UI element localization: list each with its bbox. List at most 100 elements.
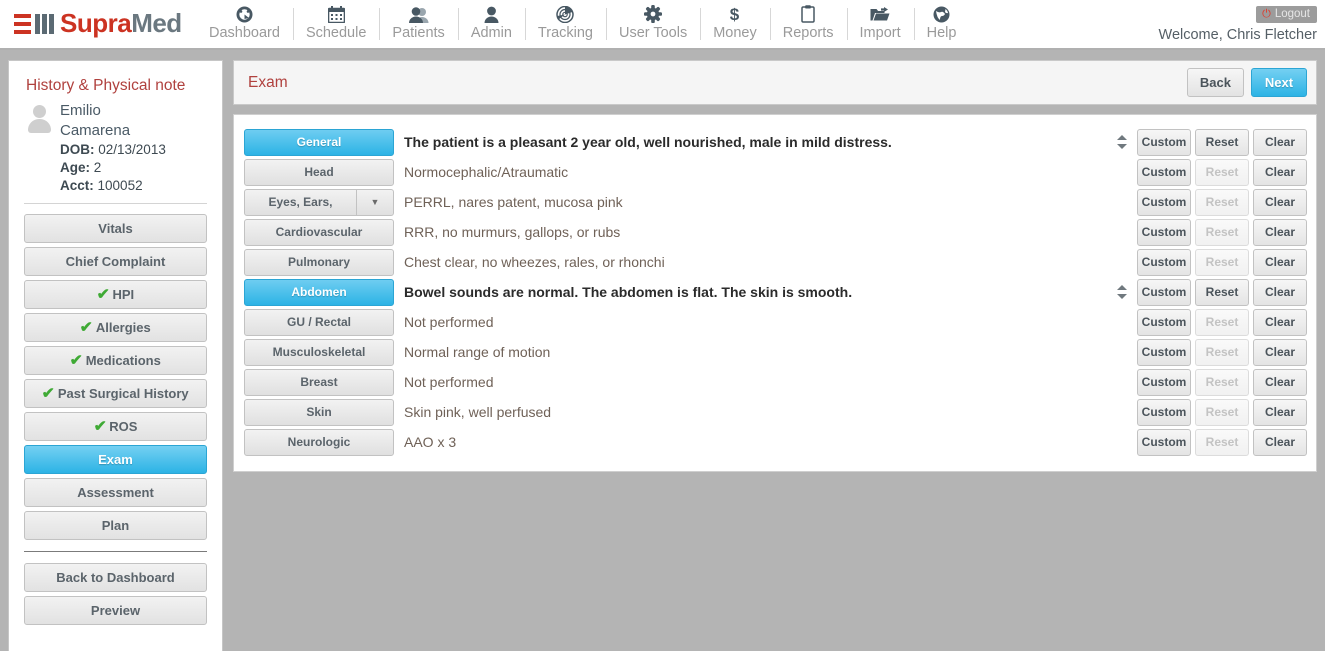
- up-down-spinner-icon[interactable]: [1115, 132, 1131, 152]
- reset-button-head: Reset: [1195, 159, 1249, 186]
- reset-button-general[interactable]: Reset: [1195, 129, 1249, 156]
- exam-row: CardiovascularRRR, no murmurs, gallops, …: [244, 217, 1307, 247]
- exam-section-button-eyes-ears[interactable]: Eyes, Ears,: [244, 189, 357, 216]
- clear-button-cardiovascular[interactable]: Clear: [1253, 219, 1307, 246]
- person-icon: [484, 4, 499, 24]
- sidebar-item-allergies[interactable]: ✔Allergies: [24, 313, 207, 342]
- clear-button-general[interactable]: Clear: [1253, 129, 1307, 156]
- sidebar-item-medications[interactable]: ✔Medications: [24, 346, 207, 375]
- exam-row: SkinSkin pink, well perfused CustomResetC…: [244, 397, 1307, 427]
- exam-section-button-skin[interactable]: Skin: [244, 399, 394, 426]
- patient-acct-value: 100052: [98, 178, 143, 193]
- exam-section-button-musculoskeletal[interactable]: Musculoskeletal: [244, 339, 394, 366]
- sidebar-back-to-dashboard-button[interactable]: Back to Dashboard: [24, 563, 207, 592]
- clear-button-skin[interactable]: Clear: [1253, 399, 1307, 426]
- custom-button-general[interactable]: Custom: [1137, 129, 1191, 156]
- nav-item-help[interactable]: Help: [914, 0, 970, 41]
- sidebar-item-vitals[interactable]: Vitals: [24, 214, 207, 243]
- clear-button-breast[interactable]: Clear: [1253, 369, 1307, 396]
- sidebar-item-chief-complaint[interactable]: Chief Complaint: [24, 247, 207, 276]
- exam-section-button-breast[interactable]: Breast: [244, 369, 394, 396]
- check-icon: ✔: [97, 281, 110, 308]
- logout-button[interactable]: ⏻ Logout: [1256, 6, 1317, 23]
- exam-section-button-gu-rectal[interactable]: GU / Rectal: [244, 309, 394, 336]
- nav-label-admin: Admin: [471, 25, 512, 41]
- clear-button-pulmonary[interactable]: Clear: [1253, 249, 1307, 276]
- nav-item-patients[interactable]: Patients: [379, 0, 457, 41]
- exam-row-text-abdomen[interactable]: Bowel sounds are normal. The abdomen is …: [398, 284, 1115, 300]
- patient-acct-label: Acct:: [60, 178, 94, 193]
- sidebar-item-past-surgical-history[interactable]: ✔Past Surgical History: [24, 379, 207, 408]
- clear-button-neurologic[interactable]: Clear: [1253, 429, 1307, 456]
- sidebar-item-ros[interactable]: ✔ROS: [24, 412, 207, 441]
- exam-row-text-general[interactable]: The patient is a pleasant 2 year old, we…: [398, 134, 1115, 150]
- custom-button-pulmonary[interactable]: Custom: [1137, 249, 1191, 276]
- patient-age: Age: 2: [60, 159, 166, 177]
- nav-item-import[interactable]: Import: [847, 0, 914, 41]
- sidebar-footer-buttons: Back to Dashboard Preview: [24, 563, 207, 625]
- sidebar-item-plan[interactable]: Plan: [24, 511, 207, 540]
- exam-section-button-cardiovascular[interactable]: Cardiovascular: [244, 219, 394, 246]
- sidebar-section-list: Vitals Chief Complaint ✔HPI ✔Allergies ✔Medi…: [24, 214, 207, 540]
- exam-row: GU / RectalNot performedCustomResetClear: [244, 307, 1307, 337]
- nav-item-money[interactable]: $ Money: [700, 0, 770, 41]
- custom-button-abdomen[interactable]: Custom: [1137, 279, 1191, 306]
- app-logo[interactable]: SupraMed: [14, 8, 182, 38]
- exam-row-text-breast[interactable]: Not performed: [398, 374, 1115, 390]
- exam-section-button-neurologic[interactable]: Neurologic: [244, 429, 394, 456]
- nav-item-dashboard[interactable]: Dashboard: [196, 0, 293, 41]
- exam-row-text-eyes-ears[interactable]: PERRL, nares patent, mucosa pink: [398, 194, 1115, 210]
- exam-row-actions: CustomResetClear: [1137, 339, 1307, 366]
- nav-label-help: Help: [927, 25, 957, 41]
- up-down-spinner-icon[interactable]: [1115, 282, 1131, 302]
- exam-row-actions: CustomResetClear: [1137, 159, 1307, 186]
- custom-button-eyes-ears[interactable]: Custom: [1137, 189, 1191, 216]
- exam-section-button-general[interactable]: General: [244, 129, 394, 156]
- exam-row-text-gu-rectal[interactable]: Not performed: [398, 314, 1115, 330]
- exam-row: GeneralThe patient is a pleasant 2 year …: [244, 127, 1307, 157]
- logout-label: Logout: [1275, 8, 1310, 20]
- next-button[interactable]: Next: [1251, 68, 1307, 97]
- reset-button-cardiovascular: Reset: [1195, 219, 1249, 246]
- exam-section-button-abdomen[interactable]: Abdomen: [244, 279, 394, 306]
- custom-button-cardiovascular[interactable]: Custom: [1137, 219, 1191, 246]
- chevron-down-icon[interactable]: ▼: [357, 189, 394, 216]
- clear-button-musculoskeletal[interactable]: Clear: [1253, 339, 1307, 366]
- exam-row-actions: CustomResetClear: [1137, 399, 1307, 426]
- custom-button-skin[interactable]: Custom: [1137, 399, 1191, 426]
- reset-button-abdomen[interactable]: Reset: [1195, 279, 1249, 306]
- nav-label-schedule: Schedule: [306, 25, 366, 41]
- sidebar-item-assessment[interactable]: Assessment: [24, 478, 207, 507]
- back-button[interactable]: Back: [1187, 68, 1244, 97]
- clear-button-eyes-ears[interactable]: Clear: [1253, 189, 1307, 216]
- clear-button-abdomen[interactable]: Clear: [1253, 279, 1307, 306]
- custom-button-breast[interactable]: Custom: [1137, 369, 1191, 396]
- top-navigation-bar: SupraMed Dashboard Schedule Patients Adm…: [0, 0, 1325, 50]
- sidebar-item-hpi[interactable]: ✔HPI: [24, 280, 207, 309]
- custom-button-neurologic[interactable]: Custom: [1137, 429, 1191, 456]
- exam-row-label-group: Abdomen: [244, 279, 394, 306]
- exam-row-text-neurologic[interactable]: AAO x 3: [398, 434, 1115, 450]
- exam-section-button-pulmonary[interactable]: Pulmonary: [244, 249, 394, 276]
- nav-item-reports[interactable]: Reports: [770, 0, 847, 41]
- exam-row-text-musculoskeletal[interactable]: Normal range of motion: [398, 344, 1115, 360]
- reset-button-eyes-ears: Reset: [1195, 189, 1249, 216]
- custom-button-musculoskeletal[interactable]: Custom: [1137, 339, 1191, 366]
- custom-button-head[interactable]: Custom: [1137, 159, 1191, 186]
- clear-button-gu-rectal[interactable]: Clear: [1253, 309, 1307, 336]
- page-body: History & Physical note Emilio Camarena …: [0, 52, 1325, 651]
- nav-item-schedule[interactable]: Schedule: [293, 0, 379, 41]
- exam-row-text-pulmonary[interactable]: Chest clear, no wheezes, rales, or rhonc…: [398, 254, 1115, 270]
- exam-row-text-skin[interactable]: Skin pink, well perfused: [398, 404, 1115, 420]
- reset-button-skin: Reset: [1195, 399, 1249, 426]
- exam-row-text-head[interactable]: Normocephalic/Atraumatic: [398, 164, 1115, 180]
- nav-item-user-tools[interactable]: User Tools: [606, 0, 700, 41]
- custom-button-gu-rectal[interactable]: Custom: [1137, 309, 1191, 336]
- nav-item-admin[interactable]: Admin: [458, 0, 525, 41]
- nav-item-tracking[interactable]: Tracking: [525, 0, 606, 41]
- sidebar-item-exam[interactable]: Exam: [24, 445, 207, 474]
- exam-row-text-cardiovascular[interactable]: RRR, no murmurs, gallops, or rubs: [398, 224, 1115, 240]
- clear-button-head[interactable]: Clear: [1253, 159, 1307, 186]
- exam-section-button-head[interactable]: Head: [244, 159, 394, 186]
- sidebar-preview-button[interactable]: Preview: [24, 596, 207, 625]
